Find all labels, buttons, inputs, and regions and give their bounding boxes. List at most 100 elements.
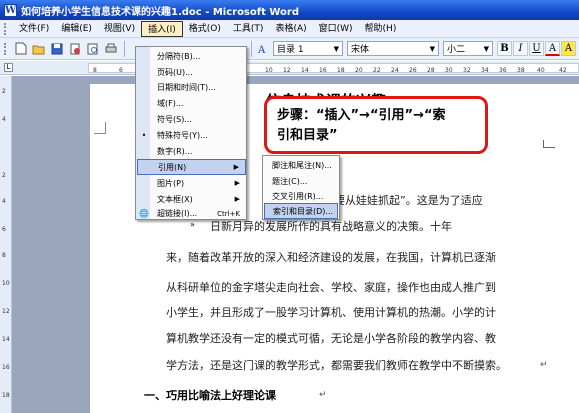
ruler-number: 8 (93, 67, 97, 74)
menu-item-number[interactable]: 数字(R)... (137, 143, 246, 159)
submenu-arrow-icon: ▶ (234, 179, 240, 187)
menu-item-picture[interactable]: 图片(P) ▶ (137, 175, 246, 191)
menu-item-label: 页码(U)... (157, 67, 193, 77)
ruler-number: 14 (301, 67, 309, 74)
section-title[interactable]: 一、巧用比喻法上好理论课 (144, 387, 276, 403)
document-line[interactable]: 算机教学还没有一定的模式可循，无论是小学各阶段的教学内容、教 (166, 330, 496, 346)
menu-item-label: 引用(N) (158, 162, 187, 172)
chevron-down-icon[interactable]: ▼ (480, 45, 489, 53)
document-line[interactable]: 日新月异的发展所作的具有战略意义的决策。十年 (210, 218, 452, 234)
paragraph-mark: ↵ (540, 360, 548, 370)
menu-item-page-numbers[interactable]: 页码(U)... (137, 64, 246, 80)
ruler-number: 12 (283, 67, 291, 74)
ruler-number: 6 (119, 67, 123, 74)
styles-pane-icon[interactable]: A (255, 41, 271, 57)
menu-item-reference[interactable]: 引用(N) ▶ (137, 159, 246, 175)
submenu-item-caption[interactable]: 题注(C)... (264, 173, 338, 189)
menu-tools[interactable]: 工具(T) (227, 21, 270, 37)
print-icon[interactable] (103, 41, 119, 57)
menu-view[interactable]: 视图(V) (98, 21, 141, 37)
page-corner-mark (94, 122, 106, 134)
document-line[interactable]: 从科研单位的金字塔尖走向社会、学校、家庭，操作也由成人推广到 (166, 279, 496, 295)
ruler-number: 22 (373, 67, 381, 74)
submenu-item-footnote[interactable]: 脚注和尾注(N)... (264, 157, 338, 173)
permission-icon[interactable] (67, 41, 83, 57)
style-value: 目录 1 (277, 45, 304, 55)
paragraph-mark: ↵ (319, 390, 327, 400)
bold-button[interactable]: B (497, 41, 512, 56)
ruler-number: 28 (427, 67, 435, 74)
toolbar-grip[interactable] (4, 42, 7, 55)
ruler-number: 30 (445, 67, 453, 74)
tab-selector[interactable]: L (4, 63, 13, 72)
menu-item-field[interactable]: 域(F)... (137, 95, 246, 111)
svg-text:A: A (257, 45, 266, 55)
menu-item-date-time[interactable]: 日期和时间(T)... (137, 79, 246, 95)
vruler-number: 2 (2, 88, 6, 95)
underline-button[interactable]: U (529, 41, 544, 56)
menu-item-special-symbol[interactable]: • 特殊符号(Y)... (137, 127, 246, 143)
menu-expand-icon[interactable]: » (190, 220, 195, 229)
chevron-down-icon[interactable]: ▼ (330, 45, 339, 53)
menu-item-label: 超链接(I)... (157, 209, 198, 218)
callout-line-1: 步骤：“插入”→“引用”→“索 (277, 108, 446, 123)
menu-window[interactable]: 窗口(W) (313, 21, 359, 37)
vruler-number: 10 (2, 280, 10, 287)
vruler-number: 12 (2, 308, 10, 315)
document-line[interactable]: 来，随着改革开放的深入和经济建设的发展，在我国，计算机已逐渐 (166, 249, 496, 265)
open-folder-icon[interactable] (31, 41, 47, 57)
window-title: 如何培养小学生信息技术课的兴趣1.doc - Microsoft Word (21, 6, 300, 18)
submenu-item-index-and-tables[interactable]: 索引和目录(D)... (264, 203, 338, 219)
chevron-down-icon[interactable]: ▼ (426, 45, 435, 53)
vruler-number: 4 (2, 198, 6, 205)
highlight-button[interactable]: A (561, 41, 576, 56)
menu-item-break[interactable]: 分隔符(B)... (137, 48, 246, 64)
font-color-button[interactable]: A (545, 41, 560, 56)
menu-bar: 文件(F) 编辑(E) 视图(V) 插入(I) 格式(O) 工具(T) 表格(A… (0, 20, 579, 38)
menu-item-label: 域(F)... (157, 98, 184, 108)
margin-corner-mark (543, 140, 555, 148)
submenu-item-cross-reference[interactable]: 交叉引用(R)... (264, 188, 338, 204)
ruler-number: 42 (559, 67, 567, 74)
menu-item-hyperlink[interactable]: 🌐 超链接(I)... Ctrl+K (137, 207, 246, 220)
horizontal-ruler[interactable]: L 8 6 10 12 14 16 18 20 22 24 26 28 30 3… (0, 61, 579, 75)
menu-file[interactable]: 文件(F) (13, 21, 55, 37)
document-line[interactable]: 学方法，还是这门课的教学形式，都需要我们教师在教学中不断摸索。 (166, 357, 507, 373)
menu-insert[interactable]: 插入(I) (141, 20, 183, 37)
insert-menu-dropdown: 分隔符(B)... 页码(U)... 日期和时间(T)... 域(F)... 符… (135, 46, 247, 220)
ruler-number: 24 (391, 67, 399, 74)
vertical-ruler[interactable]: 2 4 2 4 6 8 10 12 14 16 18 (0, 76, 12, 413)
ruler-number: 36 (499, 67, 507, 74)
italic-button[interactable]: I (513, 41, 528, 56)
menu-item-label: 数字(R)... (157, 146, 193, 156)
font-combo[interactable]: 宋体 ▼ (347, 41, 439, 56)
menu-help[interactable]: 帮助(H) (359, 21, 403, 37)
document-line[interactable]: 小学生，并且形成了一股学习计算机、使用计算机的热潮。小学的计 (166, 304, 496, 320)
menu-item-text-box[interactable]: 文本框(X) ▶ (137, 191, 246, 207)
menu-edit[interactable]: 编辑(E) (55, 21, 98, 37)
menu-item-symbol[interactable]: 符号(S)... (137, 111, 246, 127)
word-app-icon[interactable]: W (4, 3, 17, 17)
ruler-number: 10 (265, 67, 273, 74)
vruler-number: 14 (2, 336, 10, 343)
menu-item-label: 符号(S)... (157, 114, 192, 124)
style-combo[interactable]: 目录 1 ▼ (273, 41, 343, 56)
ruler-number: 18 (337, 67, 345, 74)
font-size-combo[interactable]: 小二 ▼ (443, 41, 493, 56)
menu-format[interactable]: 格式(O) (183, 21, 227, 37)
toolbar-grip[interactable] (4, 22, 7, 35)
font-value: 宋体 (351, 45, 370, 55)
save-icon[interactable] (49, 41, 65, 57)
new-document-icon[interactable] (13, 41, 29, 57)
vruler-number: 2 (2, 172, 6, 179)
reference-submenu: 脚注和尾注(N)... 题注(C)... 交叉引用(R)... 索引和目录(D)… (262, 155, 340, 220)
ruler-number: 20 (355, 67, 363, 74)
submenu-arrow-icon: ▶ (234, 195, 240, 203)
menu-item-label: 日期和时间(T)... (157, 82, 216, 92)
vruler-number: 8 (2, 252, 6, 259)
menu-table[interactable]: 表格(A) (269, 21, 312, 37)
instruction-callout: 步骤：“插入”→“引用”→“索 引和目录” (264, 96, 488, 154)
submenu-arrow-icon: ▶ (233, 163, 239, 171)
print-preview-icon[interactable] (85, 41, 101, 57)
standard-toolbar: A 目录 1 ▼ 宋体 ▼ 小二 ▼ B I U A A (0, 38, 579, 60)
